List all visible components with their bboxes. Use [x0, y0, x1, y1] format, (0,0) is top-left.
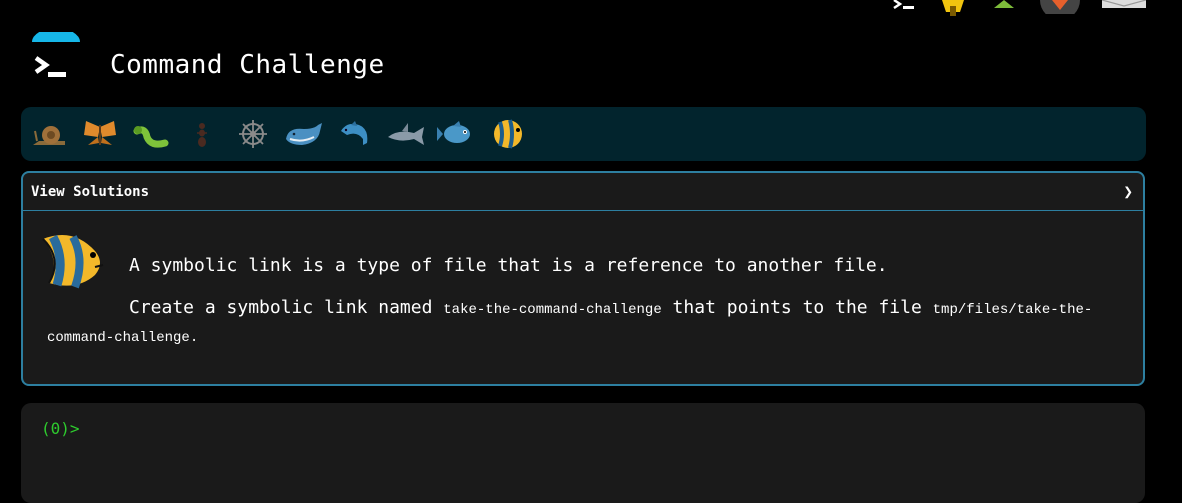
page-title: Command Challenge [110, 50, 385, 80]
task-suffix: . [189, 330, 199, 346]
logo-icon[interactable] [28, 32, 84, 84]
terminal[interactable]: (0)> [21, 403, 1145, 503]
ant-icon[interactable] [182, 114, 222, 154]
snail-icon[interactable] [29, 114, 69, 154]
avatar-icon[interactable] [1040, 0, 1080, 14]
lightbulb-icon[interactable] [938, 0, 968, 16]
view-solutions-header[interactable]: View Solutions ❯ [23, 173, 1143, 211]
shark-icon[interactable] [386, 114, 426, 154]
task-middle: that points to the file [661, 297, 933, 318]
link-name-code: take-the-command-challenge [443, 302, 662, 318]
tropical-fish-icon [42, 234, 104, 289]
terminal-icon[interactable] [892, 0, 916, 10]
tropical-fish-icon[interactable] [488, 114, 528, 154]
challenge-description: A symbolic link is a type of file that i… [129, 255, 888, 276]
top-toolbar [892, 0, 1146, 16]
terminal-prompt: (0)> [41, 419, 80, 438]
chevron-right-icon[interactable]: ❯ [1123, 182, 1133, 201]
challenge-task: Create a symbolic link named take-the-co… [47, 295, 1107, 351]
mail-icon[interactable] [1102, 0, 1146, 8]
task-prefix: Create a symbolic link named [129, 297, 444, 318]
caterpillar-icon[interactable] [131, 114, 171, 154]
wheel-icon[interactable] [233, 114, 273, 154]
butterfly-icon[interactable] [80, 114, 120, 154]
dolphin-icon[interactable] [335, 114, 375, 154]
level-bar [21, 107, 1146, 161]
tree-icon[interactable] [990, 0, 1018, 8]
fish-icon[interactable] [437, 114, 477, 154]
challenge-panel: View Solutions ❯ A symbolic link is a ty… [21, 171, 1145, 386]
whale-icon[interactable] [284, 114, 324, 154]
view-solutions-label: View Solutions [31, 183, 150, 200]
